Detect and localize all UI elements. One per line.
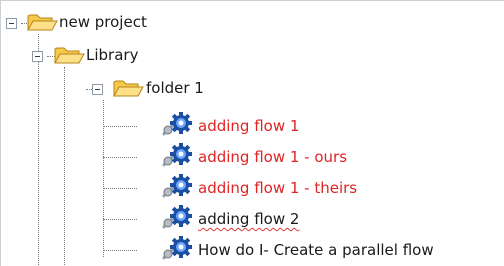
collapse-toggle-folder-1[interactable] bbox=[92, 84, 103, 95]
tree-connector-flow-h bbox=[103, 219, 137, 220]
flow-gear-icon bbox=[162, 143, 192, 169]
tree-node-flow[interactable]: adding flow 2 bbox=[198, 209, 299, 229]
tree-connector-folder1 bbox=[103, 100, 104, 257]
flow-gear-icon bbox=[162, 112, 192, 138]
tree-connector-library bbox=[64, 67, 65, 266]
flow-gear-icon bbox=[162, 174, 192, 200]
tree-node-new-project[interactable]: new project bbox=[59, 12, 147, 32]
tree-node-folder-1[interactable]: folder 1 bbox=[146, 78, 204, 98]
tree-node-flow[interactable]: adding flow 1 - theirs bbox=[198, 178, 357, 198]
tree-node-flow[interactable]: adding flow 1 bbox=[198, 116, 299, 136]
tree-node-flow[interactable]: adding flow 1 - ours bbox=[198, 147, 347, 167]
open-folder-icon bbox=[26, 11, 58, 33]
tree-connector-flow-h bbox=[103, 250, 137, 251]
tree-connector-flow-h bbox=[103, 188, 137, 189]
collapse-toggle-library[interactable] bbox=[32, 51, 43, 62]
open-folder-icon bbox=[112, 77, 144, 99]
tree-connector-flow-h bbox=[103, 126, 137, 127]
tree-node-library[interactable]: Library bbox=[86, 45, 138, 65]
open-folder-icon bbox=[53, 44, 85, 66]
tree-node-flow[interactable]: How do I- Create a parallel flow bbox=[198, 240, 434, 260]
project-tree: new project Library folder 1 adding flow… bbox=[0, 0, 504, 266]
flow-gear-icon bbox=[162, 236, 192, 262]
tree-connector-root bbox=[38, 34, 39, 266]
tree-connector-flow-h bbox=[103, 157, 137, 158]
collapse-toggle-new-project[interactable] bbox=[6, 18, 17, 29]
flow-gear-icon bbox=[162, 205, 192, 231]
